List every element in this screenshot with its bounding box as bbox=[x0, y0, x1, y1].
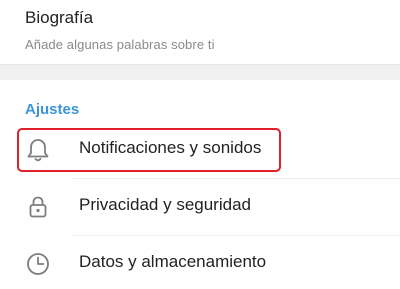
clock-icon bbox=[24, 250, 52, 278]
profile-settings-screen: Biografía Añade algunas palabras sobre t… bbox=[0, 0, 400, 289]
settings-item-data-storage[interactable]: Datos y almacenamiento bbox=[0, 236, 400, 289]
settings-item-notifications[interactable]: Notificaciones y sonidos bbox=[0, 122, 400, 179]
settings-item-label: Notificaciones y sonidos bbox=[79, 138, 262, 157]
bio-subtitle: Añade algunas palabras sobre ti bbox=[25, 37, 215, 52]
settings-item-label: Privacidad y seguridad bbox=[79, 195, 251, 214]
lock-icon bbox=[24, 193, 52, 221]
section-divider bbox=[0, 64, 400, 80]
settings-item-privacy[interactable]: Privacidad y seguridad bbox=[0, 179, 400, 236]
settings-item-label: Datos y almacenamiento bbox=[79, 252, 267, 271]
bell-icon bbox=[24, 136, 52, 164]
settings-section-header: Ajustes bbox=[25, 101, 80, 118]
bio-title: Biografía bbox=[25, 8, 94, 27]
bio-row[interactable]: Biografía Añade algunas palabras sobre t… bbox=[0, 0, 400, 64]
